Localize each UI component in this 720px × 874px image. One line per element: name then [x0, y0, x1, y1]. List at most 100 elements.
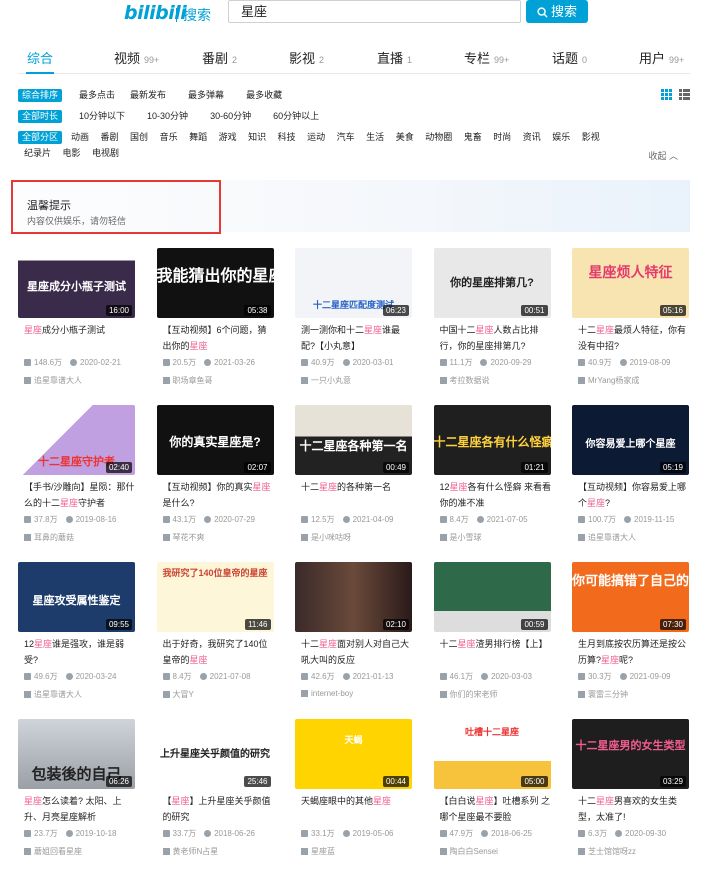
video-title[interactable]: 星座怎么读着? 太阳、上升、月亮星座解析 — [24, 793, 136, 825]
duration-option[interactable]: 60分钟以上 — [273, 110, 319, 123]
video-title[interactable]: 【星座】上升星座关乎颜值的研究 — [163, 793, 275, 825]
zone-option[interactable]: 国创 — [130, 131, 148, 144]
list-view-icon[interactable] — [679, 89, 690, 100]
tab-live[interactable]: 直播 1 — [377, 48, 412, 67]
video-thumbnail[interactable]: 你容易爱上哪个星座 05:19 — [572, 405, 689, 475]
zone-option[interactable]: 影视 — [582, 131, 600, 144]
video-title[interactable]: 12星座谁是强攻，谁是弱受? — [24, 636, 136, 668]
uploader[interactable]: 寰雷三分钟 — [578, 689, 628, 700]
uploader[interactable]: 芝士馆馆呀zz — [578, 846, 636, 857]
video-card[interactable]: 上升星座关乎颜值的研究 25:46 【星座】上升星座关乎颜值的研究 33.7万 2018… — [156, 719, 275, 874]
video-thumbnail[interactable]: 天蝎 00:44 — [295, 719, 412, 789]
video-thumbnail[interactable]: 包装後的自己 06:26 — [18, 719, 135, 789]
uploader[interactable]: 你们的宋老师 — [439, 689, 498, 700]
video-card[interactable]: 你的星座排第几? 00:51 中国十二星座人数占比排行，你的星座排第几? 11.1万 2… — [433, 248, 552, 408]
tab-bangumi[interactable]: 番剧 2 — [202, 48, 237, 67]
video-card[interactable]: 十二星座守护者 02:40 【手书/沙雕向】星陨：那什么的十二星座守护者 37.8万 2… — [18, 405, 136, 565]
tab-user[interactable]: 用户 99+ — [639, 48, 684, 67]
zone-option[interactable]: 动画 — [71, 131, 89, 144]
zone-option[interactable]: 娱乐 — [552, 131, 570, 144]
video-title[interactable]: 十二星座的各种第一名 — [301, 479, 413, 511]
video-thumbnail[interactable]: 星座烦人特征 05:16 — [572, 248, 689, 318]
zone-option[interactable]: 纪录片 — [24, 147, 51, 160]
zone-option[interactable]: 动物圈 — [425, 131, 452, 144]
uploader[interactable]: 追星靠谱大人 — [24, 689, 82, 700]
tab-article[interactable]: 专栏 99+ — [464, 48, 509, 67]
video-thumbnail[interactable]: 你可能搞错了自己的生日 07:30 — [572, 562, 689, 632]
video-title[interactable]: 测一测你和十二星座谁最配?【小丸意】 — [301, 322, 413, 354]
uploader[interactable]: 大冒Y — [162, 689, 194, 700]
uploader[interactable]: 星座蓝 — [301, 846, 335, 857]
video-thumbnail[interactable]: 你的真实星座是? 02:07 — [156, 405, 274, 475]
video-thumbnail[interactable]: 十二星座男的女生类型 03:29 — [572, 719, 689, 789]
duration-selected[interactable]: 全部时长 — [18, 110, 63, 123]
video-thumbnail[interactable]: 我研究了140位皇帝的星座 11:46 — [156, 562, 274, 632]
zone-option[interactable]: 番剧 — [101, 131, 119, 144]
video-title[interactable]: 【互动视频】你容易爱上哪个星座? — [578, 479, 690, 511]
tab-film[interactable]: 影视 2 — [289, 48, 324, 67]
video-card[interactable]: 天蝎 00:44 天蝎座眼中的其他星座 33.1万 2019-05-06 星座蓝 — [295, 719, 413, 874]
video-card[interactable]: 你容易爱上哪个星座 05:19 【互动视频】你容易爱上哪个星座? 100.7万 2019… — [572, 405, 690, 565]
video-thumbnail[interactable]: 02:10 — [295, 562, 412, 632]
video-card[interactable]: 00:59 十二星座渣男排行榜【上】 46.1万 2020-03-03 你们的宋老师 — [433, 562, 552, 722]
video-card[interactable]: 我能猜出你的星座 05:38 【互动视频】6个问题，猜出你的星座 20.5万 2021-… — [156, 248, 275, 408]
uploader[interactable]: 考拉数据说 — [439, 375, 490, 386]
video-title[interactable]: 生月到底按农历算还是按公历算?星座呢? — [578, 636, 690, 668]
video-title[interactable]: 十二星座面对别人对自己大吼大叫的反应 — [301, 636, 413, 668]
uploader[interactable]: 黄老师N占星 — [162, 846, 218, 857]
zone-option[interactable]: 舞蹈 — [189, 131, 207, 144]
uploader[interactable]: 蘑姐回看星座 — [24, 846, 82, 857]
video-title[interactable]: 【手书/沙雕向】星陨：那什么的十二星座守护者 — [24, 479, 136, 511]
video-title[interactable]: 中国十二星座人数占比排行，你的星座排第几? — [440, 322, 552, 354]
uploader[interactable]: 是小咪咕呀 — [301, 532, 351, 543]
video-thumbnail[interactable]: 你的星座排第几? 00:51 — [433, 248, 551, 318]
video-card[interactable]: 你的真实星座是? 02:07 【互动视频】你的真实星座是什么? 43.1万 2020-0… — [156, 405, 275, 565]
zone-option[interactable]: 科技 — [278, 131, 296, 144]
zone-option[interactable]: 鬼畜 — [464, 131, 482, 144]
video-thumbnail[interactable]: 十二星座各有什么怪癖 01:21 — [433, 405, 551, 475]
video-thumbnail[interactable]: 星座攻受属性鉴定 09:55 — [18, 562, 135, 632]
uploader[interactable]: 是小雪球 — [439, 532, 482, 543]
grid-view-icon[interactable] — [661, 89, 673, 100]
uploader[interactable]: 陶白白Sensei — [439, 846, 498, 857]
video-title[interactable]: 【互动视频】你的真实星座是什么? — [163, 479, 275, 511]
uploader[interactable]: 琴花不爽 — [162, 532, 205, 543]
duration-option[interactable]: 10-30分钟 — [147, 110, 188, 123]
video-title[interactable]: 【互动视频】6个问题，猜出你的星座 — [163, 322, 275, 354]
video-card[interactable]: 十二星座各种第一名 00:49 十二星座的各种第一名 12.5万 2021-04-09 是… — [295, 405, 413, 565]
video-title[interactable]: 星座成分小瓶子测试 — [24, 322, 136, 354]
order-option[interactable]: 最多点击 — [79, 89, 115, 102]
zone-option[interactable]: 电视剧 — [92, 147, 119, 160]
video-thumbnail[interactable]: 星座成分小瓶子测试 16:00 — [18, 248, 135, 318]
tab-all[interactable]: 综合 — [27, 48, 53, 67]
zone-option[interactable]: 资讯 — [523, 131, 541, 144]
video-title[interactable]: 【白白说星座】吐槽系列 之 哪个星座最不要脸 — [440, 793, 552, 825]
video-title[interactable]: 十二星座最烦人特征，你有没有中招? — [578, 322, 690, 354]
zone-option[interactable]: 汽车 — [337, 131, 355, 144]
video-title[interactable]: 12星座各有什么怪癖 来看看你的准不准 — [440, 479, 552, 511]
zone-option[interactable]: 时尚 — [493, 131, 511, 144]
collapse-filters-button[interactable]: 收起 ︿ — [648, 149, 678, 162]
zone-option[interactable]: 电影 — [63, 147, 81, 160]
video-card[interactable]: 我研究了140位皇帝的星座 11:46 出于好奇，我研究了140位皇帝的星座 8.4万… — [156, 562, 275, 722]
duration-option[interactable]: 30-60分钟 — [210, 110, 251, 123]
video-title[interactable]: 出于好奇，我研究了140位皇帝的星座 — [163, 636, 275, 668]
tab-video[interactable]: 视频 99+ — [114, 48, 159, 67]
uploader[interactable]: 追星靠谱大人 — [24, 375, 82, 386]
video-card[interactable]: 十二星座男的女生类型 03:29 十二星座男喜欢的女生类型，太准了! 6.3万 2020… — [572, 719, 690, 874]
video-card[interactable]: 包装後的自己 06:26 星座怎么读着? 太阳、上升、月亮星座解析 23.7万 2019… — [18, 719, 136, 874]
video-card[interactable]: 十二星座各有什么怪癖 01:21 12星座各有什么怪癖 来看看你的准不准 8.4万 20… — [433, 405, 552, 565]
video-title[interactable]: 天蝎座眼中的其他星座 — [301, 793, 413, 825]
zone-option[interactable]: 游戏 — [219, 131, 237, 144]
video-card[interactable]: 星座成分小瓶子测试 16:00 星座成分小瓶子测试 148.6万 2020-02-21 追… — [18, 248, 136, 408]
zone-option[interactable]: 生活 — [366, 131, 384, 144]
uploader[interactable]: MrYang杨家成 — [578, 375, 639, 386]
zone-option[interactable]: 运动 — [307, 131, 325, 144]
uploader[interactable]: 耳鼻的蘑菇 — [24, 532, 74, 543]
video-card[interactable]: 02:10 十二星座面对别人对自己大吼大叫的反应 42.6万 2021-01-13 in… — [295, 562, 413, 722]
duration-option[interactable]: 10分钟以下 — [79, 110, 125, 123]
uploader[interactable]: internet-boy — [301, 689, 353, 698]
uploader[interactable]: 职场章鱼哥 — [162, 375, 213, 386]
zone-option[interactable]: 美食 — [396, 131, 414, 144]
video-thumbnail[interactable]: 吐槽十二星座 05:00 — [433, 719, 551, 789]
